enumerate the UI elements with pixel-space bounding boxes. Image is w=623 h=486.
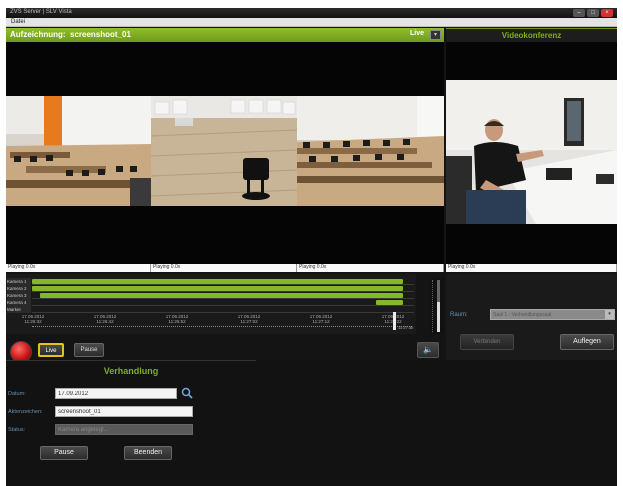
videoconference-view[interactable] (446, 80, 617, 224)
camera-1-status: Playing 0.0x (6, 264, 151, 272)
room-select[interactable]: Saal 1 - Verhandlungssaal ▾ (490, 309, 615, 320)
volume-slider[interactable] (437, 280, 440, 332)
hearing-panel: Verhandlung Datum: Aktenzeichen: Status:… (6, 360, 617, 486)
timeline-track-bar[interactable] (375, 300, 403, 305)
camera-1-status-text: Playing 0.0x (8, 264, 36, 270)
room-label: Raum: (450, 312, 468, 318)
window-controls: – □ × (573, 9, 613, 17)
search-icon[interactable] (181, 387, 193, 399)
timeline-track[interactable]: Kamera 1 (6, 278, 414, 285)
close-button[interactable]: × (601, 9, 613, 17)
timeline-track[interactable]: Marker (6, 306, 414, 313)
menu-file[interactable]: Datei (11, 19, 25, 25)
pause-playback-button[interactable]: Pause (74, 343, 104, 357)
date-label: Datum: (8, 391, 26, 397)
timeline-label-time: 11:26:42 (96, 319, 114, 324)
menu-bar: Datei (6, 18, 617, 27)
hangup-button[interactable]: Auflegen (560, 334, 614, 350)
volume-level (437, 301, 440, 332)
videoconference-title: Videokonferenz (501, 31, 562, 40)
camera-3-image (297, 96, 444, 206)
camera-2-status: Playing 0.0x (151, 264, 297, 272)
videoconference-video-area (446, 42, 617, 264)
panel-divider (6, 360, 256, 361)
videoconference-status-text: Playing 0.0x (448, 264, 476, 270)
status-field (55, 424, 193, 435)
title-bar: ZVS Server | SLV Vista – □ × (6, 8, 617, 18)
recording-name: screenshoot_01 (70, 30, 131, 39)
timeline-track-bar[interactable] (32, 286, 403, 291)
timeline-track-name: Kamera 3 (7, 292, 31, 299)
camera-1-image (6, 96, 151, 206)
timeline-label-time: 11:27:02 (240, 319, 258, 324)
timeline-playhead[interactable] (392, 312, 396, 330)
room-select-value: Saal 1 - Verhandlungssaal (493, 312, 552, 318)
timeline-track-name: Marker (7, 306, 31, 313)
timeline-time-label: 17.09.2012 11:27:12 (296, 314, 346, 324)
timeline-time-label: 17.09.2012 11:26:52 (152, 314, 202, 324)
timeline-label-time: 11:26:52 (168, 319, 186, 324)
volume-ticks (432, 280, 436, 332)
case-number-input[interactable] (55, 406, 193, 417)
camera-2-status-text: Playing 0.0x (153, 264, 181, 270)
connect-button[interactable]: Verbinden (460, 334, 514, 350)
speaker-icon[interactable]: 🔈 (417, 342, 439, 358)
timeline-label-time: 11:27:12 (312, 319, 330, 324)
videoconference-header: Videokonferenz (446, 28, 617, 42)
camera-2-view[interactable] (151, 96, 297, 206)
recording-header: Aufzeichnung: screenshoot_01 Live ▾ (6, 28, 444, 42)
date-input[interactable] (55, 388, 177, 399)
camera-1-view[interactable] (6, 96, 151, 206)
volume-control (430, 278, 444, 334)
timeline-track-name: Kamera 4 (7, 299, 31, 306)
timeline-time-label: 17.09.2012 11:26:32 (8, 314, 58, 324)
timeline-track[interactable]: Kamera 4 (6, 299, 414, 306)
timeline-track-name: Kamera 1 (7, 278, 31, 285)
videoconference-image (446, 80, 617, 224)
timeline-ruler[interactable] (32, 326, 412, 329)
timeline-track[interactable]: Kamera 3 (6, 292, 414, 299)
pause-button[interactable]: Pause (40, 446, 88, 460)
timeline-track-line (32, 312, 414, 313)
hearing-title: Verhandlung (103, 366, 159, 376)
timeline-track-name: Kamera 2 (7, 285, 31, 292)
recording-title: Aufzeichnung: screenshoot_01 (10, 30, 131, 39)
timeline-track-bar[interactable] (39, 293, 403, 298)
app-window: ZVS Server | SLV Vista – □ × Datei Aufze… (6, 8, 617, 486)
live-dropdown-button[interactable]: ▾ (430, 30, 441, 40)
timeline-time-labels: 17.09.2012 11:26:32 17.09.2012 11:26:42 17.0… (6, 314, 416, 326)
timeline-end-time: 11:27:30 (398, 325, 414, 330)
recording-video-area (6, 42, 444, 264)
camera-3-view[interactable] (297, 96, 444, 206)
case-number-label: Aktenzeichen: (8, 409, 43, 415)
window-title: ZVS Server | SLV Vista (10, 9, 72, 15)
end-button[interactable]: Beenden (124, 446, 172, 460)
live-indicator: Live (410, 30, 425, 37)
status-label: Status: (8, 427, 26, 433)
camera-2-image (151, 96, 297, 206)
live-button[interactable]: Live (38, 343, 64, 357)
room-panel: Raum: Saal 1 - Verhandlungssaal ▾ Verbin… (446, 274, 617, 360)
recording-label: Aufzeichnung: (10, 30, 66, 39)
videoconference-status: Playing 0.0x (446, 264, 617, 272)
timeline-track[interactable]: Kamera 2 (6, 285, 414, 292)
minimize-button[interactable]: – (573, 9, 585, 17)
camera-3-status-text: Playing 0.0x (299, 264, 327, 270)
chevron-down-icon: ▾ (605, 310, 614, 319)
camera-3-status: Playing 0.0x (297, 264, 444, 272)
timeline[interactable]: Kamera 1 Kamera 2 Kamera 3 Kamera 4 Marker 1… (6, 274, 416, 334)
timeline-track-bar[interactable] (32, 279, 403, 284)
timeline-time-label: 17.09.2012 11:26:42 (80, 314, 130, 324)
timeline-label-time: 11:26:32 (24, 319, 42, 324)
maximize-button[interactable]: □ (587, 9, 599, 17)
timeline-time-label: 17.09.2012 11:27:02 (224, 314, 274, 324)
